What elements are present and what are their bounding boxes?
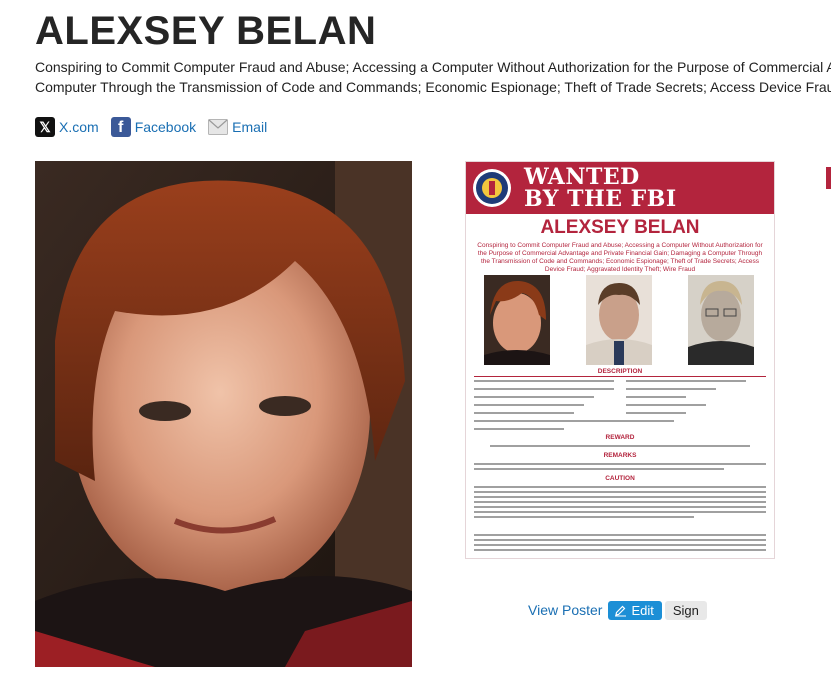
poster-text-line (474, 428, 564, 430)
share-email-label: Email (232, 119, 268, 135)
edit-button[interactable]: Edit (608, 600, 662, 620)
poster-photo-2 (586, 275, 652, 365)
share-x-link[interactable]: 𝕏 X.com (35, 117, 99, 137)
poster-actions: View Poster Edit Sign (528, 600, 707, 620)
portrait-image (35, 161, 412, 667)
poster-text-line (626, 404, 706, 406)
poster-text-line (474, 468, 724, 470)
poster-section-description: DESCRIPTION (597, 368, 643, 375)
poster-text-line (474, 501, 766, 503)
poster-text-line (474, 544, 766, 546)
poster-text-line (474, 534, 766, 536)
adjacent-poster-edge[interactable] (826, 167, 831, 189)
poster-header: WANTED BY THE FBI (466, 162, 774, 214)
wanted-poster-thumbnail[interactable]: WANTED BY THE FBI ALEXSEY BELAN Conspiri… (465, 161, 775, 559)
edit-label: Edit (631, 602, 654, 618)
poster-text-line (490, 445, 750, 447)
poster-wanted-line2: BY THE FBI (524, 186, 677, 212)
share-x-label: X.com (59, 119, 99, 135)
facebook-icon: f (110, 117, 131, 137)
charges-summary: Conspiring to Commit Computer Fraud and … (35, 57, 831, 97)
share-facebook-link[interactable]: f Facebook (110, 117, 197, 137)
share-email-link[interactable]: Email (208, 119, 267, 135)
charges-line-1: Conspiring to Commit Computer Fraud and … (35, 59, 831, 75)
poster-section-caution: CAUTION (605, 475, 635, 482)
sign-button[interactable]: Sign (664, 600, 707, 620)
poster-photo-3 (688, 275, 754, 365)
poster-name: ALEXSEY BELAN (540, 217, 700, 238)
poster-text-line (626, 380, 746, 382)
poster-text-line (626, 396, 686, 398)
poster-text-line (474, 486, 766, 488)
poster-photo-1 (484, 275, 550, 365)
poster-rule (474, 376, 766, 377)
envelope-icon (208, 119, 229, 135)
poster-section-reward: REWARD (605, 434, 635, 441)
poster-text-line (474, 396, 594, 398)
poster-text-line (474, 380, 614, 382)
poster-text-line (474, 412, 574, 414)
poster-wanted-line1: WANTED (524, 164, 640, 190)
poster-text-line (626, 388, 716, 390)
poster-charges: Conspiring to Commit Computer Fraud and … (477, 242, 763, 273)
poster-text-line (474, 463, 766, 465)
poster-text-line (474, 420, 674, 422)
share-bar: 𝕏 X.com f Facebook Email (35, 116, 279, 138)
poster-text-line (474, 539, 766, 541)
poster-text-line (474, 388, 614, 390)
charges-line-2: Computer Through the Transmission of Cod… (35, 79, 831, 95)
fbi-seal-icon (473, 169, 511, 207)
x-logo-icon: 𝕏 (35, 117, 55, 137)
poster-text-line (474, 491, 766, 493)
share-facebook-label: Facebook (134, 119, 197, 135)
poster-text-line (474, 511, 766, 513)
poster-text-line (474, 549, 766, 551)
poster-text-line (474, 516, 694, 518)
poster-text-line (474, 506, 766, 508)
view-poster-link[interactable]: View Poster (528, 602, 602, 618)
poster-section-remarks: REMARKS (603, 452, 637, 459)
poster-text-line (474, 404, 584, 406)
main-photo[interactable] (35, 161, 412, 667)
pencil-icon (615, 605, 627, 616)
poster-text-line (626, 412, 686, 414)
page-title: ALEXSEY BELAN (35, 9, 377, 53)
poster-text-line (474, 496, 766, 498)
